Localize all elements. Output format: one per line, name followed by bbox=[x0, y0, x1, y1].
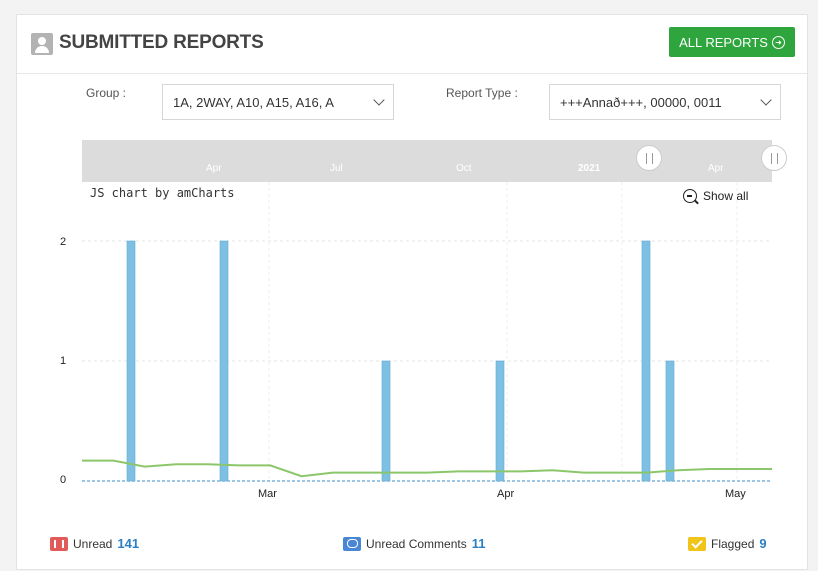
y-tick-label: 2 bbox=[60, 236, 67, 248]
bar bbox=[126, 240, 136, 482]
bar bbox=[641, 240, 651, 482]
x-tick-label: Apr bbox=[497, 488, 515, 500]
bar bbox=[381, 360, 391, 482]
comment-icon bbox=[343, 536, 361, 551]
chart-plot bbox=[82, 182, 772, 482]
chart-area: Apr Jul Oct 2021 Apr JS chart by amChart… bbox=[0, 0, 818, 571]
footer-unread[interactable]: Unread 141 bbox=[50, 536, 139, 551]
bar bbox=[665, 360, 675, 482]
flagged-label: Flagged bbox=[711, 536, 755, 551]
flagged-count: 9 bbox=[759, 536, 767, 551]
x-tick-label: Mar bbox=[258, 488, 277, 500]
comments-count: 11 bbox=[471, 536, 486, 551]
unread-count: 141 bbox=[117, 536, 140, 551]
checkmark-flag-icon bbox=[688, 536, 706, 551]
bar bbox=[219, 240, 229, 482]
bar-chart-icon bbox=[50, 536, 68, 551]
y-tick-label: 1 bbox=[60, 355, 67, 367]
comments-label: Unread Comments bbox=[366, 536, 467, 551]
y-tick-label: 0 bbox=[60, 474, 67, 486]
unread-label: Unread bbox=[73, 536, 113, 551]
bar bbox=[495, 360, 505, 482]
x-tick-label: May bbox=[725, 488, 746, 500]
footer-flagged[interactable]: Flagged 9 bbox=[688, 536, 767, 551]
footer-unread-comments[interactable]: Unread Comments 11 bbox=[343, 536, 485, 551]
